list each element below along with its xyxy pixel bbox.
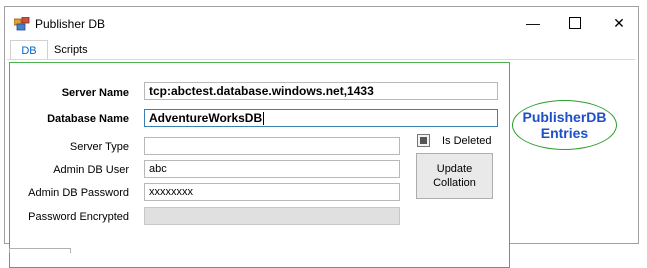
admin-db-user-field[interactable]: abc [144,160,400,178]
server-type-label: Server Type [69,141,129,153]
update-collation-line2: Collation [433,177,476,189]
password-encrypted-field [144,207,400,225]
server-name-field[interactable]: tcp:abctest.database.windows.net,1433 [144,82,498,100]
admin-db-user-label: Admin DB User [53,164,129,176]
server-name-label: Server Name [61,87,129,99]
tab-scripts[interactable]: Scripts [54,40,88,60]
maximize-button[interactable] [555,12,595,34]
publisher-db-window: Publisher DB — ✕ DB Scripts Server Name … [4,6,639,268]
database-name-value: AdventureWorksDB [149,111,263,125]
text-cursor [263,112,265,126]
app-icon [14,17,30,31]
publisher-form-panel: Server Name tcp:abctest.database.windows… [9,62,510,268]
window-title: Publisher DB [35,17,106,31]
tab-divider [7,59,635,60]
admin-db-password-label: Admin DB Password [28,187,129,199]
tab-strip: DB Scripts [7,40,635,60]
callout-line1: PublisherDB [522,109,607,125]
is-deleted-checkbox[interactable] [417,134,430,147]
minimize-icon: — [526,15,540,31]
admin-db-password-field[interactable]: xxxxxxxx [144,183,400,201]
close-button[interactable]: ✕ [599,12,639,34]
callout-line2: Entries [540,125,589,141]
password-encrypted-label: Password Encrypted [28,211,129,223]
database-name-field[interactable]: AdventureWorksDB [144,109,498,127]
is-deleted-label: Is Deleted [442,135,492,147]
close-icon: ✕ [613,14,625,31]
minimize-button[interactable]: — [513,12,553,34]
update-collation-line1: Update [436,163,473,175]
title-bar[interactable]: Publisher DB — ✕ [5,7,638,39]
publisherdb-entries-callout: PublisherDB Entries [512,100,617,150]
maximize-icon [569,17,581,29]
database-name-label: Database Name [47,113,129,125]
callout-text: PublisherDB Entries [522,109,606,141]
update-collation-label: Update Collation [433,162,476,190]
update-collation-button[interactable]: Update Collation [416,153,493,199]
server-type-field[interactable] [144,137,400,155]
tab-db[interactable]: DB [10,40,48,60]
indeterminate-icon [420,137,427,144]
